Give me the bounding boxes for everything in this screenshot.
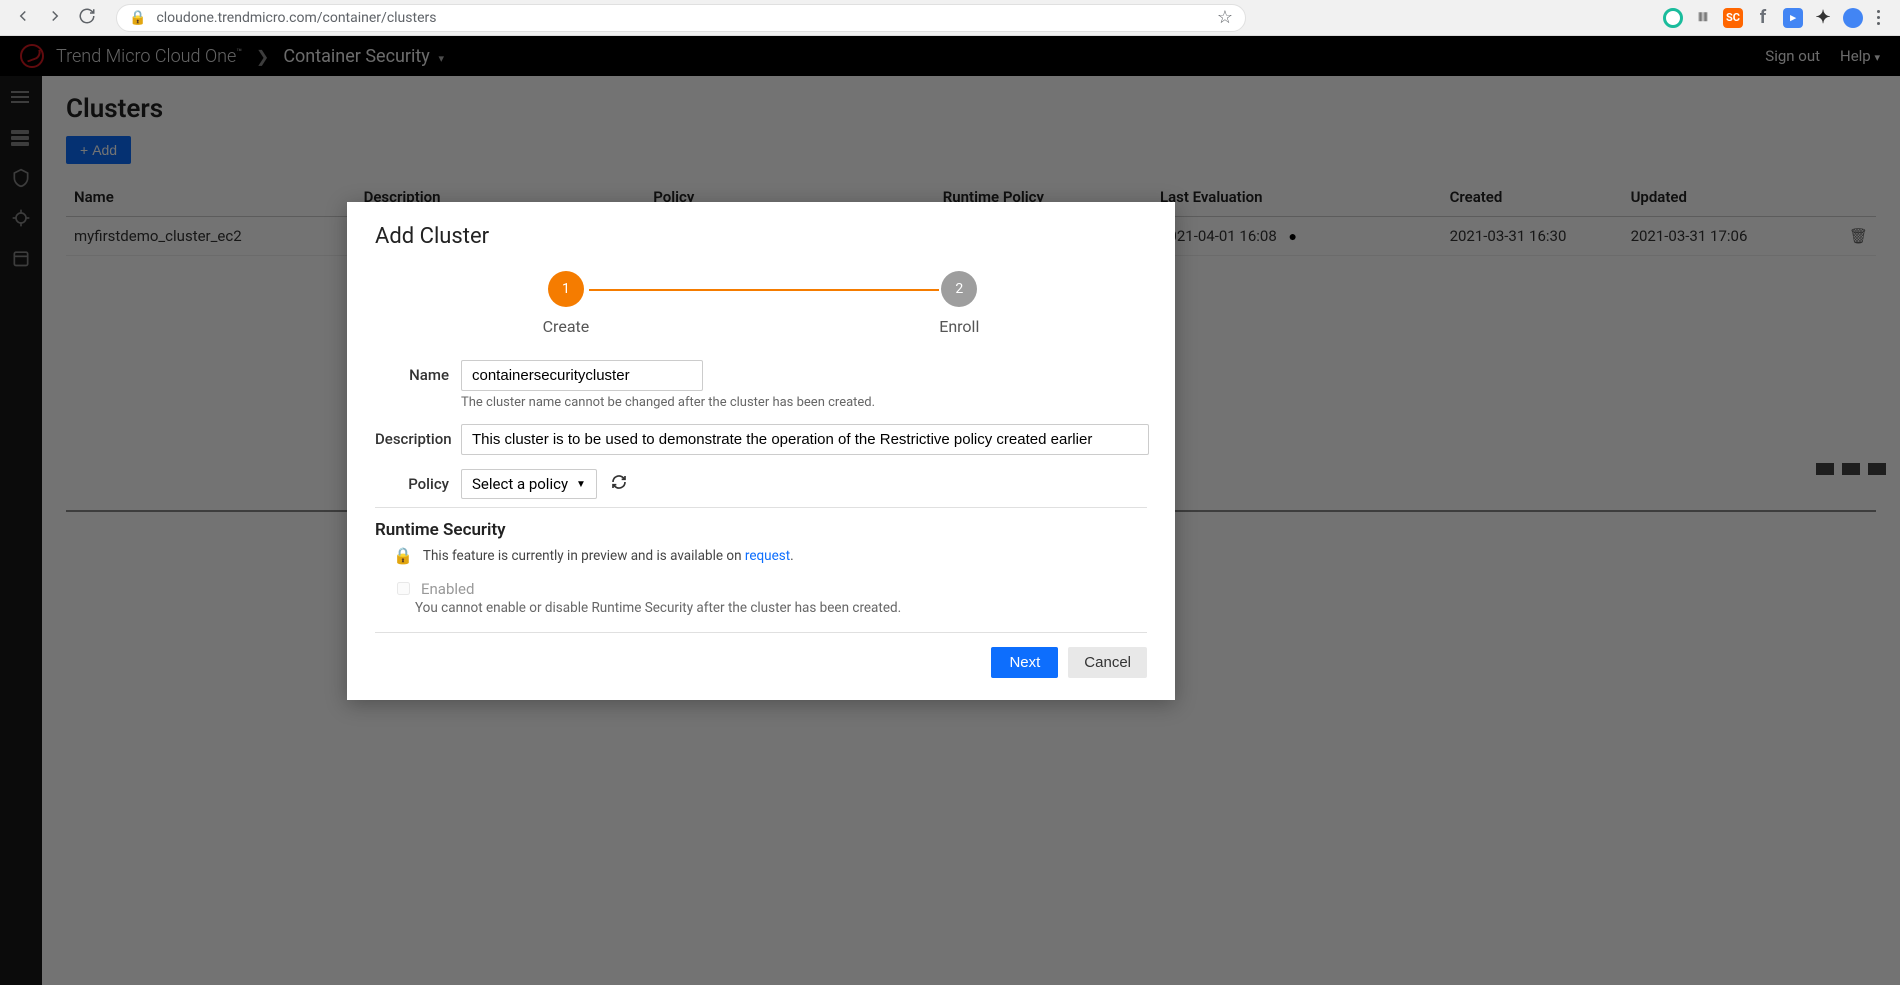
runtime-preview-note: 🔒 This feature is currently in preview a… (393, 546, 1147, 565)
modal-title: Add Cluster (375, 224, 1147, 249)
description-label: Description (375, 424, 461, 448)
extensions-puzzle-icon[interactable]: ✦ (1813, 8, 1833, 28)
step-enroll[interactable]: 2 Enroll (939, 271, 979, 336)
refresh-policies-icon[interactable] (611, 474, 627, 494)
name-hint: The cluster name cannot be changed after… (461, 395, 1147, 410)
step-1-label: Create (543, 317, 590, 336)
browser-menu[interactable] (1873, 6, 1884, 29)
url-bar[interactable]: 🔒 cloudone.trendmicro.com/container/clus… (116, 4, 1246, 32)
lock-icon: 🔒 (393, 546, 413, 565)
runtime-enabled-input (397, 582, 410, 595)
back-button[interactable] (14, 7, 32, 29)
add-cluster-modal: Add Cluster 1 Create 2 Enroll Name The c… (347, 202, 1175, 700)
extension-icon-2[interactable]: ⦀⦀ (1693, 8, 1713, 28)
policy-label: Policy (375, 469, 461, 493)
section-divider (375, 507, 1147, 508)
caret-down-icon: ▼ (576, 479, 586, 490)
lock-icon: 🔒 (129, 10, 146, 26)
step-2-circle: 2 (941, 271, 977, 307)
url-text: cloudone.trendmicro.com/container/cluste… (156, 10, 436, 26)
bookmark-star-icon[interactable]: ☆ (1217, 7, 1233, 28)
runtime-enabled-checkbox: Enabled (393, 579, 1147, 598)
browser-toolbar: 🔒 cloudone.trendmicro.com/container/clus… (0, 0, 1900, 36)
name-label: Name (375, 360, 461, 384)
modal-footer: Next Cancel (375, 632, 1147, 678)
runtime-disabled-hint: You cannot enable or disable Runtime Sec… (415, 600, 1147, 616)
reload-button[interactable] (78, 7, 96, 29)
step-2-label: Enroll (939, 317, 979, 336)
policy-select[interactable]: Select a policy ▼ (461, 469, 597, 499)
step-1-circle: 1 (548, 271, 584, 307)
stepper: 1 Create 2 Enroll (375, 271, 1147, 336)
extension-icon-3[interactable]: SC (1723, 8, 1743, 28)
step-connector (589, 289, 939, 291)
request-link[interactable]: request (745, 548, 790, 564)
profile-avatar[interactable] (1843, 8, 1863, 28)
next-button[interactable]: Next (991, 647, 1058, 678)
extension-icon-4[interactable]: f (1753, 8, 1773, 28)
browser-extensions: ⦀⦀ SC f ▸ ✦ (1663, 6, 1884, 29)
runtime-security-heading: Runtime Security (375, 520, 1147, 540)
name-input[interactable] (461, 360, 703, 391)
forward-button[interactable] (46, 7, 64, 29)
cancel-button[interactable]: Cancel (1068, 647, 1147, 678)
description-input[interactable] (461, 424, 1149, 455)
extension-icon-5[interactable]: ▸ (1783, 8, 1803, 28)
step-create[interactable]: 1 Create (543, 271, 590, 336)
extension-icon-1[interactable] (1663, 8, 1683, 28)
